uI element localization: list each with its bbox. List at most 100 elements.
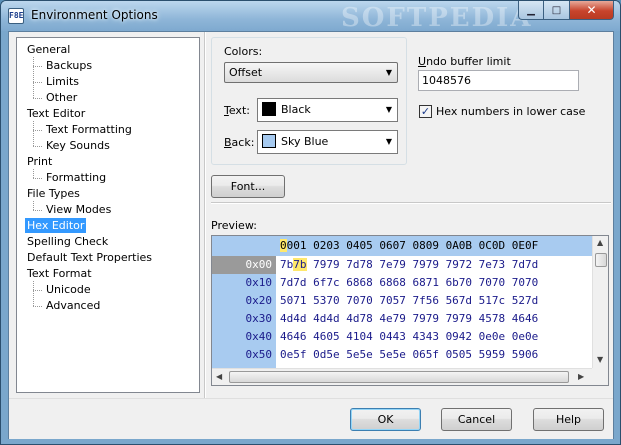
scroll-left-icon[interactable]: ◀: [216, 372, 222, 381]
tree-item-advanced[interactable]: Advanced: [44, 298, 102, 313]
hex-row[interactable]: 7b7b 7979 7d78 7e79 7979 7972 7e73 7d7d: [280, 256, 538, 274]
environment-options-window: F8E Environment Options SOFTPEDIA ▁ □ ✕ …: [0, 0, 621, 445]
window-title: Environment Options: [31, 8, 158, 22]
tree-connector: [33, 82, 42, 83]
vertical-scroll-thumb[interactable]: [595, 253, 607, 267]
hex-offset: 0x10: [245, 276, 273, 289]
chevron-down-icon: ▼: [385, 105, 392, 114]
close-icon: ✕: [586, 3, 597, 17]
tree-connector: [33, 82, 34, 98]
maximize-icon: □: [551, 4, 562, 16]
scroll-right-icon[interactable]: ▶: [578, 372, 584, 381]
hex-row[interactable]: 4646 4605 4104 0443 4343 0942 0e0e 0e0e: [280, 328, 538, 346]
tree-item-backups[interactable]: Backups: [44, 58, 94, 73]
undo-limit-input[interactable]: 1048576: [418, 70, 579, 91]
tree-item-file-types[interactable]: File Types: [25, 186, 82, 201]
maximize-button[interactable]: □: [544, 1, 570, 20]
minimize-icon: ▁: [527, 4, 535, 16]
scrollbar-corner: [592, 368, 608, 385]
hex-row-bytes: 4646 4605 4104 0443 4343 0942 0e0e 0e0e: [280, 330, 539, 343]
tree-item-key-sounds[interactable]: Key Sounds: [44, 138, 112, 153]
hex-offset: 0x30: [245, 312, 273, 325]
tree-connector: [33, 121, 34, 130]
tree-item-text-editor[interactable]: Text Editor: [25, 106, 87, 121]
tree-item-hex-editor[interactable]: Hex Editor: [25, 218, 87, 233]
hex-column-header-text: 0001 0203 0405 0607 0809 0A0B 0C0D 0E0F: [280, 239, 539, 252]
hex-cursor-byte: 7b: [280, 258, 294, 271]
hex-row[interactable]: 5071 5370 7070 7057 7f56 567d 517c 527d: [280, 292, 538, 310]
tree-connector: [33, 98, 42, 99]
font-button[interactable]: Font...: [211, 175, 285, 198]
hex-row[interactable]: 7d7d 6f7c 6868 6868 6871 6b70 7070 7070: [280, 274, 538, 292]
back-color-swatch: [262, 134, 276, 148]
tree-item-view-modes[interactable]: View Modes: [44, 202, 113, 217]
help-button[interactable]: Help: [533, 408, 604, 431]
back-color-select[interactable]: Sky Blue ▼: [257, 130, 398, 154]
tree-connector: [33, 306, 42, 307]
hex-offset: 0x20: [245, 294, 273, 307]
tree-item-general[interactable]: General: [25, 42, 72, 57]
text-color-swatch: [262, 102, 276, 116]
scroll-down-icon[interactable]: ▼: [597, 355, 603, 364]
colors-group: Colors: Offset ▼ Text: Black ▼ Back: Sky…: [211, 37, 407, 165]
tree-connector: [33, 146, 42, 147]
hex-row[interactable]: 4d4d 4d4d 4d78 4e79 7979 7979 4578 4646: [280, 310, 538, 328]
tree-item-text-formatting[interactable]: Text Formatting: [44, 122, 134, 137]
tree-connector: [33, 57, 34, 66]
hex-row-bytes: 7d7d 6f7c 6868 6868 6871 6b70 7070 7070: [280, 276, 539, 289]
hex-row-bytes: 4d4d 4d4d 4d78 4e79 7979 7979 4578 4646: [280, 312, 539, 325]
tree-item-unicode[interactable]: Unicode: [44, 282, 93, 297]
section-divider: [211, 202, 611, 204]
undo-limit-label: Undo buffer limit: [418, 55, 511, 68]
tree-item-spelling-check[interactable]: Spelling Check: [25, 234, 110, 249]
hex-offset: 0x50: [245, 348, 273, 361]
back-color-label: Back:: [224, 136, 255, 149]
cancel-button[interactable]: Cancel: [441, 408, 512, 431]
tree-connector: [33, 201, 34, 210]
tree-item-print[interactable]: Print: [25, 154, 54, 169]
horizontal-scroll-thumb[interactable]: [229, 371, 569, 383]
tree-connector: [33, 178, 42, 179]
tree-item-other[interactable]: Other: [44, 90, 79, 105]
tree-connector: [33, 169, 34, 178]
colors-label: Colors:: [224, 45, 263, 58]
tree-item-text-format[interactable]: Text Format: [25, 266, 94, 281]
hex-row-bytes: 5071 5370 7070 7057 7f56 567d 517c 527d: [280, 294, 539, 307]
tree-item-formatting[interactable]: Formatting: [44, 170, 108, 185]
caption-buttons: ▁ □ ✕: [518, 1, 614, 21]
tree-item-limits[interactable]: Limits: [44, 74, 81, 89]
ok-button[interactable]: OK: [350, 408, 421, 431]
hex-preview[interactable]: 0001 0203 0405 0607 0809 0A0B 0C0D 0E0F …: [211, 235, 609, 386]
hex-row-bytes: 0e5f 0d5e 5e5e 5e5e 065f 0505 5959 5906: [280, 348, 539, 361]
back-color-value: Sky Blue: [281, 135, 329, 148]
tree-connector: [33, 290, 34, 306]
hex-lowercase-label[interactable]: Hex numbers in lower case: [436, 105, 585, 118]
dialog-footer: OK Cancel Help: [9, 398, 613, 439]
hex-row-bytes: 7979 7d78 7e79 7979 7972 7e73 7d7d: [306, 258, 539, 271]
text-color-select[interactable]: Black ▼: [257, 98, 398, 122]
app-icon: F8E: [8, 8, 24, 24]
horizontal-scrollbar[interactable]: ◀ ▶: [212, 368, 592, 385]
tree-connector: [33, 130, 42, 131]
tree-connector: [33, 290, 42, 291]
vertical-scrollbar[interactable]: ▲ ▼: [592, 236, 608, 368]
scroll-up-icon[interactable]: ▲: [597, 238, 603, 247]
minimize-button[interactable]: ▁: [518, 1, 544, 20]
panel-divider: [204, 32, 206, 398]
hex-row[interactable]: 0e5f 0d5e 5e5e 5e5e 065f 0505 5959 5906: [280, 346, 538, 364]
hex-cursor-highlight: 7b: [293, 258, 307, 271]
tree-item-default-text-properties[interactable]: Default Text Properties: [25, 250, 154, 265]
tree-connector: [33, 66, 42, 67]
close-button[interactable]: ✕: [570, 1, 614, 20]
tree-connector: [33, 210, 42, 211]
title-bar[interactable]: F8E Environment Options SOFTPEDIA ▁ □ ✕: [1, 1, 620, 33]
hex-lowercase-checkbox[interactable]: ✓: [419, 105, 432, 118]
watermark: SOFTPEDIA: [341, 3, 533, 33]
hex-offset: 0x40: [245, 330, 273, 343]
color-element-select[interactable]: Offset ▼: [224, 62, 398, 83]
chevron-down-icon: ▼: [385, 68, 392, 77]
category-tree[interactable]: General Backups Limits Other Text Editor Text…: [16, 37, 200, 393]
hex-offset: 0x00: [245, 258, 273, 271]
text-color-label: Text:: [224, 104, 250, 117]
tree-connector: [33, 281, 34, 290]
